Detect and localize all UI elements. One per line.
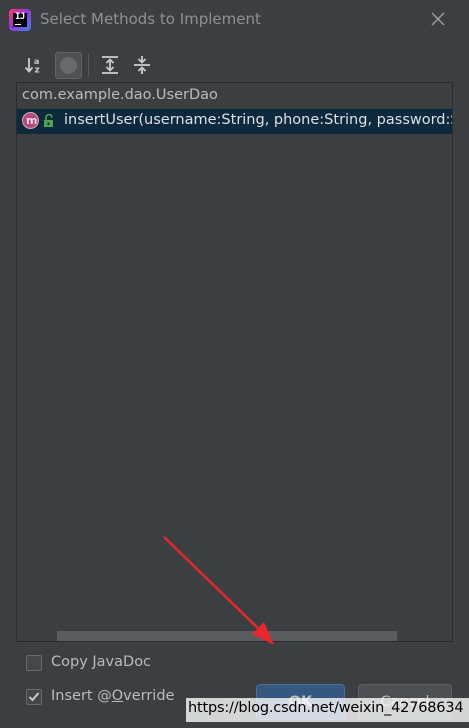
copy-javadoc-checkbox[interactable]	[26, 655, 42, 671]
tree-class-node[interactable]: com.example.dao.UserDao	[22, 87, 218, 103]
dialog-window: IJ Select Methods to Implement a z com.e…	[0, 0, 469, 728]
method-icon: m	[22, 112, 39, 129]
sort-alphabetically-icon: a z	[24, 57, 40, 76]
expand-all-button[interactable]	[97, 52, 123, 78]
logo-glyph: IJ	[15, 12, 25, 22]
method-row[interactable]: m insertUser(username:String, phone:Stri…	[17, 109, 453, 134]
svg-text:z: z	[35, 66, 40, 76]
close-button[interactable]	[428, 9, 448, 29]
cancel-button[interactable]: Cancel	[358, 684, 452, 720]
public-access-icon	[44, 114, 53, 127]
method-icon-letter: m	[26, 114, 38, 127]
show-classes-toggle-button[interactable]	[55, 52, 82, 79]
toolbar-separator	[88, 54, 89, 76]
title-bar: IJ Select Methods to Implement	[0, 0, 469, 38]
checkmark-icon	[28, 692, 40, 702]
intellij-logo-icon: IJ	[9, 9, 31, 31]
ok-button[interactable]: OK	[256, 684, 345, 720]
toolbar: a z	[0, 44, 469, 84]
horizontal-scrollbar[interactable]	[57, 631, 397, 641]
collapse-all-icon	[134, 56, 150, 74]
collapse-all-button[interactable]	[129, 52, 155, 78]
insert-override-checkbox[interactable]	[26, 689, 42, 705]
show-classes-toggle-icon	[60, 57, 77, 74]
dialog-title: Select Methods to Implement	[40, 10, 261, 28]
sort-alphabetically-button[interactable]: a z	[22, 52, 48, 78]
close-icon	[431, 12, 445, 26]
method-signature: insertUser(username:String, phone:String…	[64, 112, 453, 128]
copy-javadoc-label: Copy JavaDoc	[51, 654, 152, 670]
expand-all-icon	[102, 56, 118, 74]
methods-tree[interactable]: com.example.dao.UserDao m insertUser(use…	[16, 82, 453, 642]
insert-override-label: Insert @Override	[51, 688, 175, 704]
